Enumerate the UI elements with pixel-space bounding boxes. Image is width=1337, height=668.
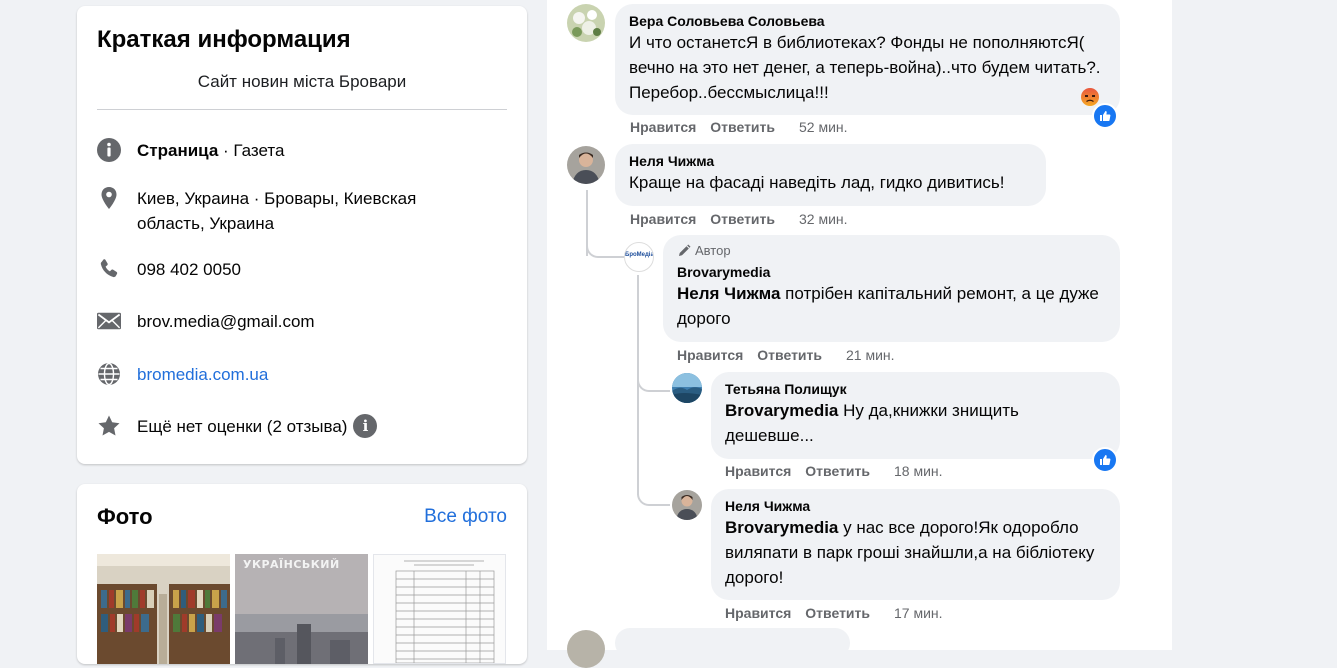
page-type-label[interactable]: Страница <box>137 141 218 160</box>
location-pin-icon <box>97 186 121 210</box>
info-email: brov.media@gmail.com <box>97 309 507 334</box>
like-button[interactable]: Нравится <box>677 347 743 363</box>
intro-description: Сайт новин міста Бровари <box>197 72 407 91</box>
comment-bubble: Автор Brovarymedia Неля Чижма потрібен к… <box>663 235 1120 342</box>
star-icon <box>97 414 121 438</box>
phone-icon <box>97 257 121 281</box>
photo-thumbnail-city[interactable]: УКРАЇНСЬКИЙ <box>235 554 368 664</box>
page-category: · Газета <box>218 141 285 160</box>
globe-icon <box>97 362 121 386</box>
comment-timestamp[interactable]: 21 мин. <box>846 347 895 363</box>
comment-bubble: Вера Соловьева Соловьева И что останетсЯ… <box>615 4 1120 115</box>
page-avatar[interactable]: БроМедіа <box>624 242 654 272</box>
info-address: Киев, Украина · Бровары, Киевская област… <box>97 186 507 236</box>
comment-author[interactable]: Неля Чижма <box>725 497 1106 515</box>
like-button[interactable]: Нравится <box>725 463 791 479</box>
comment-text: Brovarymedia у нас все дорого!Як одоробл… <box>725 518 1095 587</box>
mention-link[interactable]: Неля Чижма <box>677 284 780 303</box>
info-icon <box>97 138 121 162</box>
comment-actions: Нравится Ответить 18 мин. <box>725 463 943 479</box>
intro-title: Краткая информация <box>97 26 351 53</box>
comment-text: Краще на фасаді наведіть лад, гидко диви… <box>629 173 1005 192</box>
like-reaction-icon[interactable] <box>1092 103 1118 129</box>
avatar-logo-text: БроМедіа <box>625 252 654 258</box>
comment-timestamp[interactable]: 18 мин. <box>894 463 943 479</box>
avatar[interactable] <box>672 373 702 403</box>
intro-card: Краткая информация Сайт новин міста Бров… <box>77 6 527 464</box>
comment-bubble: Неля Чижма Краще на фасаді наведіть лад,… <box>615 144 1046 206</box>
comment-actions: Нравится Ответить 52 мин. <box>630 119 848 135</box>
comment-text: Brovarymedia Ну да,книжки знищить дешевш… <box>725 401 1019 445</box>
reply-button[interactable]: Ответить <box>757 347 822 363</box>
comment-timestamp[interactable]: 32 мин. <box>799 211 848 227</box>
avatar[interactable] <box>672 490 702 520</box>
avatar[interactable] <box>567 4 605 42</box>
angry-emoji-icon <box>1080 87 1100 107</box>
thread-connector <box>637 368 670 392</box>
phone-text[interactable]: 098 402 0050 <box>137 257 241 282</box>
comment-bubble: Тетьяна Полищук Brovarymedia Ну да,книжк… <box>711 372 1120 459</box>
mail-icon <box>97 309 121 333</box>
info-rating: Ещё нет оценки (2 отзыва) i <box>97 414 507 439</box>
rating-text: Ещё нет оценки (2 отзыва) <box>137 417 348 436</box>
comment-timestamp[interactable]: 17 мин. <box>894 605 943 621</box>
website-link[interactable]: bromedia.com.ua <box>137 362 268 387</box>
photos-title: Фото <box>97 504 153 529</box>
comment-text: И что останетсЯ в библиотеках? Фонды не … <box>629 33 1101 102</box>
reply-button[interactable]: Ответить <box>805 463 870 479</box>
like-reaction-icon[interactable] <box>1092 447 1118 473</box>
photo-thumbnail-library[interactable] <box>97 554 230 664</box>
like-button[interactable]: Нравится <box>630 211 696 227</box>
photo-thumbnail-document[interactable] <box>373 554 506 664</box>
info-phone: 098 402 0050 <box>97 257 507 282</box>
reply-button[interactable]: Ответить <box>805 605 870 621</box>
comment-author[interactable]: Тетьяна Полищук <box>725 380 1106 398</box>
pencil-icon <box>677 244 691 258</box>
see-all-photos-link[interactable]: Все фото <box>424 506 507 528</box>
comment-bubble <box>615 628 850 658</box>
comment-bubble: Неля Чижма Brovarymedia у нас все дорого… <box>711 489 1120 600</box>
comment-author[interactable]: Вера Соловьева Соловьева <box>629 12 1106 30</box>
reply-button[interactable]: Ответить <box>710 211 775 227</box>
avatar[interactable] <box>567 630 605 668</box>
author-badge: Автор <box>677 243 1106 259</box>
like-button[interactable]: Нравится <box>630 119 696 135</box>
comment-actions: Нравится Ответить 32 мин. <box>630 211 848 227</box>
comment-actions: Нравится Ответить 21 мин. <box>677 347 895 363</box>
author-badge-label: Автор <box>695 243 731 258</box>
thread-connector <box>637 480 670 506</box>
thread-connector <box>586 232 624 258</box>
info-website: bromedia.com.ua <box>97 362 507 387</box>
comment-timestamp[interactable]: 52 мин. <box>799 119 848 135</box>
mention-link[interactable]: Brovarymedia <box>725 518 838 537</box>
rating-info-icon[interactable]: i <box>353 414 378 438</box>
comment-author[interactable]: Неля Чижма <box>629 152 1032 170</box>
comment-author[interactable]: Brovarymedia <box>677 263 1106 281</box>
like-button[interactable]: Нравится <box>725 605 791 621</box>
address-text: Киев, Украина · Бровары, Киевская област… <box>137 189 417 233</box>
avatar[interactable] <box>567 146 605 184</box>
mention-link[interactable]: Brovarymedia <box>725 401 838 420</box>
divider <box>97 109 507 110</box>
photos-card: Фото Все фото УКРАЇНСЬКИЙ <box>77 484 527 664</box>
comment-text: Неля Чижма потрібен капітальний ремонт, … <box>677 284 1099 328</box>
info-page-type: Страница · Газета <box>97 138 507 163</box>
thumbnail-caption: УКРАЇНСЬКИЙ <box>243 558 340 571</box>
email-text[interactable]: brov.media@gmail.com <box>137 309 315 334</box>
comment-actions: Нравится Ответить 17 мин. <box>725 605 943 621</box>
reply-button[interactable]: Ответить <box>710 119 775 135</box>
